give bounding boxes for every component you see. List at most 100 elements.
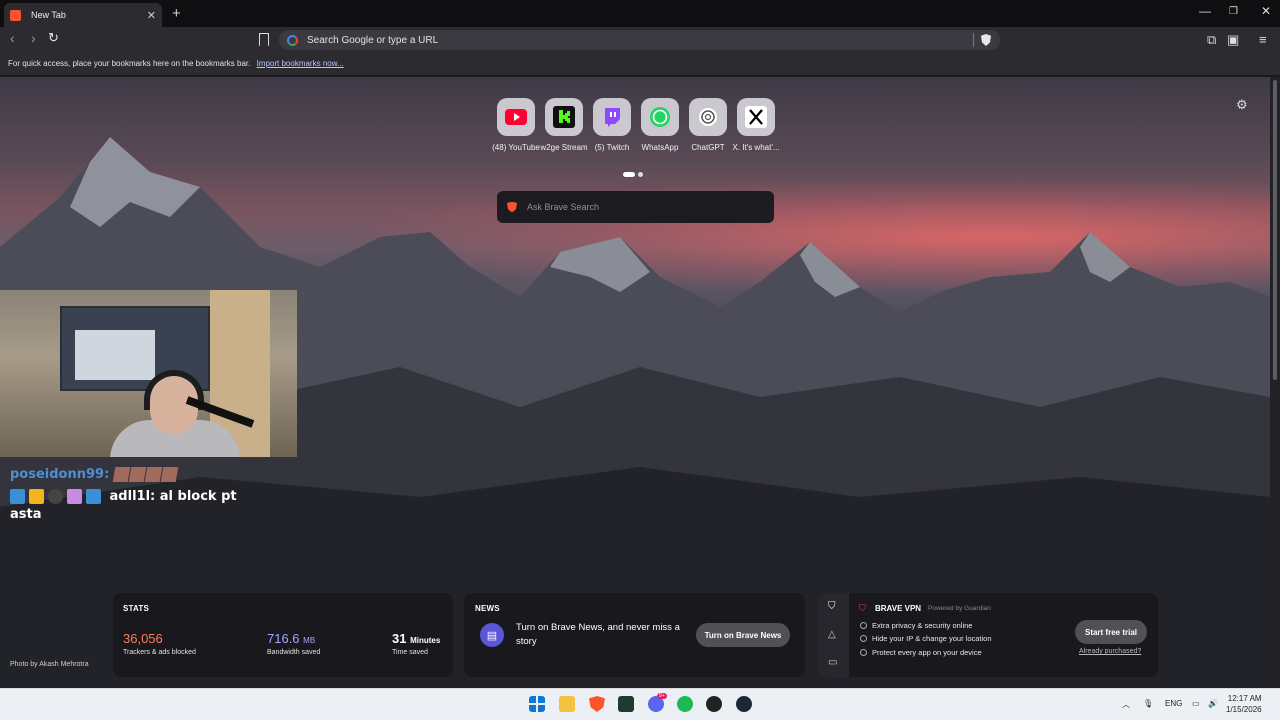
top-site-w2ge[interactable] <box>545 98 583 136</box>
chat-emote <box>160 467 179 482</box>
title-bar <box>0 0 1280 27</box>
bookmarks-bar-text: For quick access, place your bookmarks h… <box>8 59 251 68</box>
shield-tab-icon[interactable]: ⛉ <box>828 601 836 612</box>
webcam-overlay <box>0 290 297 457</box>
language-indicator[interactable]: ENG <box>1165 699 1182 708</box>
top-site-x[interactable] <box>737 98 775 136</box>
tab-title: New Tab <box>31 10 66 20</box>
chat-badge-icon <box>48 489 63 504</box>
trackers-label: Trackers & ads blocked <box>123 649 196 656</box>
brave-logo-icon <box>507 201 517 213</box>
chat-emote <box>128 467 147 482</box>
chat-emote <box>144 467 163 482</box>
pager-dot-active[interactable] <box>623 172 635 177</box>
bandwidth-label: Bandwidth saved <box>267 649 321 656</box>
news-title: NEWS <box>475 604 500 613</box>
already-purchased-link[interactable]: Already purchased? <box>1079 648 1141 655</box>
spotify-icon[interactable] <box>677 696 693 712</box>
vpn-powered-by: Powered by Guardian <box>928 605 991 612</box>
windows-taskbar <box>0 688 1280 720</box>
restore-icon[interactable]: ❐ <box>1229 6 1238 17</box>
chat-badge-icon <box>10 489 25 504</box>
start-free-trial-button[interactable]: Start free trial <box>1075 620 1147 644</box>
tray-chevron-icon[interactable]: ︿ <box>1122 699 1130 710</box>
tab-new-tab[interactable]: New Tab ✕ <box>4 3 162 27</box>
photo-credit[interactable]: Photo by Akash Mehrotra <box>10 661 89 668</box>
clock-time: 12:17 AM <box>1227 694 1262 703</box>
reload-icon[interactable]: ↻ <box>48 30 59 46</box>
search-placeholder: Ask Brave Search <box>527 202 600 212</box>
brave-search-box[interactable]: Ask Brave Search <box>497 191 774 223</box>
chatgpt-icon <box>699 108 717 126</box>
vpn-feature: Protect every app on your device <box>860 648 982 657</box>
top-site-youtube[interactable] <box>497 98 535 136</box>
time-label: Time saved <box>392 649 428 656</box>
rewards-tab-icon[interactable]: ▭ <box>828 657 837 668</box>
widget-switcher: ⛉ △ ▭ <box>818 593 849 677</box>
news-text: Turn on Brave News, and never miss a sto… <box>516 622 680 647</box>
chat-username: adll1l: <box>109 489 156 504</box>
guardian-logo: Guardian <box>964 605 991 612</box>
wallet-icon[interactable]: ▣ <box>1227 32 1239 48</box>
powered-by-text: Powered by <box>928 605 963 612</box>
news-icon: ▤ <box>480 623 504 647</box>
vpn-shield-icon: ⛉ <box>859 603 866 613</box>
chat-message: asta <box>10 507 42 522</box>
scrollbar-thumb[interactable] <box>1273 80 1277 380</box>
omnibox[interactable]: Search Google or type a URL <box>279 30 1000 50</box>
extensions-icon[interactable]: ⧉ <box>1207 32 1216 48</box>
omnibox-placeholder: Search Google or type a URL <box>307 34 439 46</box>
news-widget: NEWS ▤ Turn on Brave News, and never mis… <box>464 593 805 677</box>
bandwidth-value: 716.6 MB <box>267 631 315 646</box>
pager-dot[interactable] <box>638 172 643 177</box>
volume-icon[interactable]: 🔊 <box>1208 699 1218 708</box>
omnibox-separator <box>973 33 974 47</box>
top-site-chatgpt[interactable] <box>689 98 727 136</box>
whatsapp-icon <box>650 107 670 127</box>
terminal-icon[interactable] <box>618 696 634 712</box>
time-number: 31 <box>392 631 407 646</box>
close-tab-icon[interactable]: ✕ <box>147 9 156 22</box>
new-tab-button[interactable]: + <box>172 5 181 22</box>
crown-badge-icon <box>29 489 44 504</box>
back-icon[interactable]: ‹ <box>10 30 15 46</box>
close-window-icon[interactable]: ✕ <box>1261 4 1271 18</box>
top-site-whatsapp[interactable] <box>641 98 679 136</box>
vpn-title: BRAVE VPN <box>875 604 922 613</box>
twitch-icon <box>605 108 620 127</box>
chat-badge-icon <box>86 489 101 504</box>
file-explorer-icon[interactable] <box>559 696 575 712</box>
microphone-icon[interactable]: 🎙 <box>1143 699 1153 708</box>
windows-start-icon[interactable] <box>529 696 545 712</box>
network-icon[interactable]: ▭ <box>1192 699 1200 708</box>
top-sites-pager <box>623 164 646 182</box>
settings-gear-icon[interactable]: ⚙ <box>1236 97 1248 113</box>
steam-icon[interactable] <box>736 696 752 712</box>
brave-favicon-icon <box>10 9 21 21</box>
system-clock[interactable]: 12:17 AM 1/15/2026 <box>1226 693 1262 715</box>
trackers-value: 36,056 <box>123 631 163 646</box>
time-value: 31 Minutes <box>392 631 440 646</box>
bookmarks-bar: For quick access, place your bookmarks h… <box>0 53 1280 76</box>
chat-line: poseidonn99: <box>10 467 179 482</box>
vpn-feature: Hide your IP & change your location <box>860 634 992 643</box>
top-site-twitch[interactable] <box>593 98 631 136</box>
stats-title: STATS <box>123 604 150 613</box>
webcam-window <box>75 330 155 380</box>
gift-badge-icon <box>67 489 82 504</box>
x-icon <box>745 106 767 128</box>
forward-icon[interactable]: › <box>31 30 36 46</box>
obs-icon[interactable] <box>706 696 722 712</box>
stats-widget: STATS 36,056 Trackers & ads blocked 716.… <box>113 593 453 677</box>
import-bookmarks-link[interactable]: Import bookmarks now... <box>257 59 344 68</box>
menu-icon[interactable]: ≡ <box>1259 32 1267 47</box>
chat-line: adll1l: al block pt <box>10 489 237 504</box>
google-icon <box>287 34 298 46</box>
turn-on-news-button[interactable]: Turn on Brave News <box>696 623 790 647</box>
bandwidth-number: 716.6 <box>267 631 300 646</box>
minimize-icon[interactable]: — <box>1199 4 1211 18</box>
youtube-icon <box>505 109 527 125</box>
vpn-tab-icon[interactable]: △ <box>828 629 836 640</box>
clock-date: 1/15/2026 <box>1226 705 1262 714</box>
top-site-label: X. It's what'... <box>732 143 780 152</box>
